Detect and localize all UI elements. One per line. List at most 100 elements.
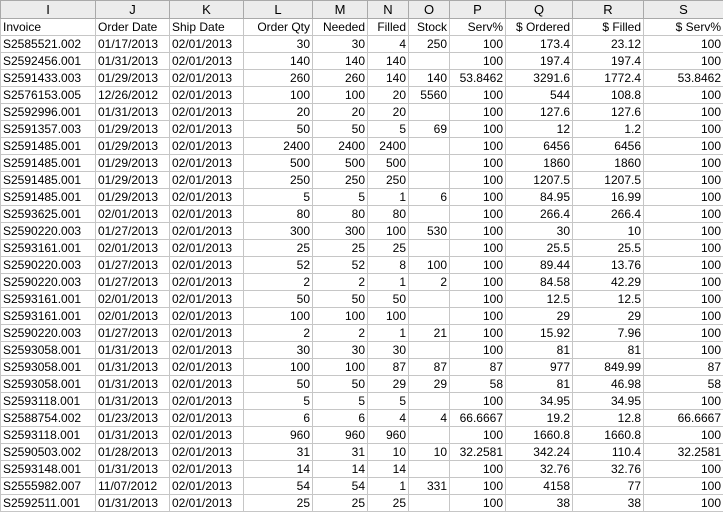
cell-p[interactable]: 87 [449,358,506,376]
cell-s[interactable]: 32.2581 [643,443,723,461]
cell-q[interactable]: 3291.6 [505,69,573,87]
cell-q[interactable]: 32.76 [505,460,573,478]
cell-r[interactable]: 108.8 [572,86,644,104]
cell-p[interactable]: 100 [449,52,506,70]
cell-r[interactable]: 77 [572,477,644,495]
cell-r[interactable]: 6456 [572,137,644,155]
cell-o[interactable]: 21 [408,324,450,342]
cell-m[interactable]: 54 [312,477,368,495]
cell-o[interactable]: 530 [408,222,450,240]
cell-i[interactable]: S2593058.001 [0,341,96,359]
cell-j[interactable]: 01/31/2013 [95,52,170,70]
cell-l[interactable]: 100 [243,358,313,376]
cell-j[interactable]: 02/01/2013 [95,205,170,223]
cell-j[interactable]: 01/23/2013 [95,409,170,427]
cell-p[interactable]: 100 [449,477,506,495]
cell-j[interactable]: 01/27/2013 [95,256,170,274]
cell-o[interactable]: 5560 [408,86,450,104]
cell-j[interactable]: 01/31/2013 [95,392,170,410]
cell-j[interactable]: 01/29/2013 [95,171,170,189]
cell-q[interactable]: 84.95 [505,188,573,206]
cell-k[interactable]: 02/01/2013 [169,477,244,495]
cell-q[interactable]: 544 [505,86,573,104]
cell-j[interactable]: 01/31/2013 [95,494,170,512]
cell-l[interactable]: 25 [243,494,313,512]
cell-k[interactable]: Ship Date [169,18,244,36]
cell-i[interactable]: S2592511.001 [0,494,96,512]
cell-o[interactable] [408,205,450,223]
cell-p[interactable]: Serv% [449,18,506,36]
cell-o[interactable] [408,52,450,70]
cell-k[interactable]: 02/01/2013 [169,358,244,376]
cell-s[interactable]: 100 [643,137,723,155]
cell-o[interactable]: 140 [408,69,450,87]
cell-s[interactable]: 58 [643,375,723,393]
cell-l[interactable]: 300 [243,222,313,240]
cell-s[interactable]: 100 [643,103,723,121]
cell-i[interactable]: S2591485.001 [0,137,96,155]
cell-q[interactable]: $ Ordered [505,18,573,36]
cell-k[interactable]: 02/01/2013 [169,137,244,155]
cell-n[interactable]: 20 [367,103,409,121]
cell-r[interactable]: 266.4 [572,205,644,223]
cell-r[interactable]: 16.99 [572,188,644,206]
cell-n[interactable]: 960 [367,426,409,444]
cell-o[interactable] [408,494,450,512]
cell-i[interactable]: S2593058.001 [0,358,96,376]
cell-j[interactable]: 01/31/2013 [95,460,170,478]
cell-k[interactable]: 02/01/2013 [169,307,244,325]
cell-p[interactable]: 100 [449,205,506,223]
cell-o[interactable]: 10 [408,443,450,461]
cell-l[interactable]: 30 [243,35,313,53]
cell-l[interactable]: 50 [243,290,313,308]
cell-n[interactable]: 1 [367,188,409,206]
cell-q[interactable]: 19.2 [505,409,573,427]
cell-j[interactable]: 11/07/2012 [95,477,170,495]
cell-n[interactable]: 100 [367,222,409,240]
column-header-q[interactable]: Q [505,0,573,19]
cell-n[interactable]: 80 [367,205,409,223]
cell-q[interactable]: 197.4 [505,52,573,70]
cell-l[interactable]: 20 [243,103,313,121]
cell-k[interactable]: 02/01/2013 [169,171,244,189]
cell-m[interactable]: 25 [312,239,368,257]
cell-s[interactable]: 87 [643,358,723,376]
cell-l[interactable]: 100 [243,307,313,325]
cell-s[interactable]: 100 [643,494,723,512]
cell-r[interactable]: 34.95 [572,392,644,410]
cell-i[interactable]: S2593118.001 [0,426,96,444]
cell-p[interactable]: 53.8462 [449,69,506,87]
cell-p[interactable]: 100 [449,256,506,274]
cell-l[interactable]: 140 [243,52,313,70]
cell-j[interactable]: 01/27/2013 [95,324,170,342]
cell-r[interactable]: 25.5 [572,239,644,257]
cell-j[interactable]: 01/29/2013 [95,188,170,206]
cell-k[interactable]: 02/01/2013 [169,239,244,257]
cell-m[interactable]: 30 [312,341,368,359]
cell-r[interactable]: 110.4 [572,443,644,461]
cell-q[interactable]: 12.5 [505,290,573,308]
cell-l[interactable]: 14 [243,460,313,478]
cell-l[interactable]: 500 [243,154,313,172]
cell-j[interactable]: 01/31/2013 [95,103,170,121]
cell-q[interactable]: 4158 [505,477,573,495]
cell-i[interactable]: S2588754.002 [0,409,96,427]
cell-l[interactable]: 960 [243,426,313,444]
cell-m[interactable]: 2 [312,324,368,342]
cell-k[interactable]: 02/01/2013 [169,324,244,342]
cell-k[interactable]: 02/01/2013 [169,205,244,223]
cell-k[interactable]: 02/01/2013 [169,375,244,393]
cell-p[interactable]: 100 [449,137,506,155]
cell-p[interactable]: 100 [449,188,506,206]
cell-o[interactable] [408,171,450,189]
cell-m[interactable]: 100 [312,86,368,104]
cell-j[interactable]: 01/31/2013 [95,341,170,359]
cell-s[interactable]: 66.6667 [643,409,723,427]
cell-p[interactable]: 100 [449,154,506,172]
cell-s[interactable]: 100 [643,35,723,53]
column-header-s[interactable]: S [643,0,723,19]
cell-o[interactable]: 250 [408,35,450,53]
cell-o[interactable] [408,426,450,444]
cell-m[interactable]: 960 [312,426,368,444]
cell-s[interactable]: 100 [643,222,723,240]
